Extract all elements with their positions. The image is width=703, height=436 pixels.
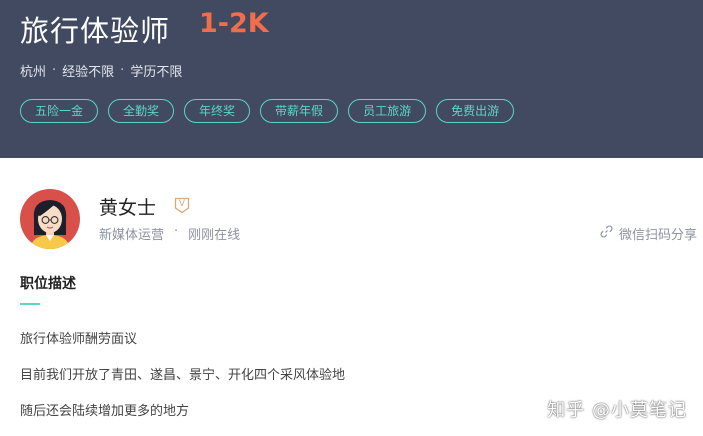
info-separator: · bbox=[174, 224, 179, 239]
section-underline bbox=[20, 303, 40, 305]
share-label: 微信扫码分享 bbox=[618, 228, 697, 243]
recruiter-info: 新媒体运营 · 刚刚在线 bbox=[99, 224, 240, 243]
benefit-tag: 全勤奖 bbox=[108, 99, 175, 123]
meta-separator: · bbox=[52, 63, 57, 78]
job-education: 学历不限 bbox=[130, 65, 183, 80]
avatar[interactable] bbox=[20, 189, 80, 249]
description-line: 目前我们开放了青田、遂昌、景宁、开化四个采风体验地 bbox=[20, 368, 346, 383]
description-line: 旅行体验师酬劳面议 bbox=[20, 332, 138, 347]
job-experience: 经验不限 bbox=[62, 65, 115, 80]
job-title: 旅行体验师 bbox=[20, 14, 171, 48]
verified-badge-icon: V bbox=[174, 197, 190, 214]
benefit-tag: 员工旅游 bbox=[348, 99, 427, 123]
wechat-share-button[interactable]: 微信扫码分享 bbox=[600, 224, 697, 243]
salary: 1-2K bbox=[199, 8, 269, 39]
section-title: 职位描述 bbox=[20, 276, 76, 292]
job-city: 杭州 bbox=[20, 65, 47, 80]
benefit-tag: 带薪年假 bbox=[260, 99, 339, 123]
benefit-tags: 五险一金 全勤奖 年终奖 带薪年假 员工旅游 免费出游 bbox=[20, 99, 515, 123]
link-icon bbox=[600, 225, 613, 242]
verified-badge-label: V bbox=[178, 199, 186, 209]
benefit-tag: 五险一金 bbox=[20, 99, 99, 123]
job-meta: 杭州 · 经验不限 · 学历不限 bbox=[20, 61, 182, 80]
recruiter-name: 黄女士 bbox=[99, 197, 157, 219]
meta-separator: · bbox=[120, 63, 125, 78]
recruiter-role: 新媒体运营 bbox=[99, 228, 165, 243]
benefit-tag: 年终奖 bbox=[184, 99, 251, 123]
recruiter-status: 刚刚在线 bbox=[188, 228, 241, 243]
benefit-tag: 免费出游 bbox=[436, 99, 515, 123]
description-line: 随后还会陆续增加更多的地方 bbox=[20, 404, 190, 419]
watermark: 知乎 @小莫笔记 bbox=[547, 400, 687, 421]
job-header: 旅行体验师 1-2K 杭州 · 经验不限 · 学历不限 五险一金 全勤奖 年终奖… bbox=[0, 0, 703, 158]
